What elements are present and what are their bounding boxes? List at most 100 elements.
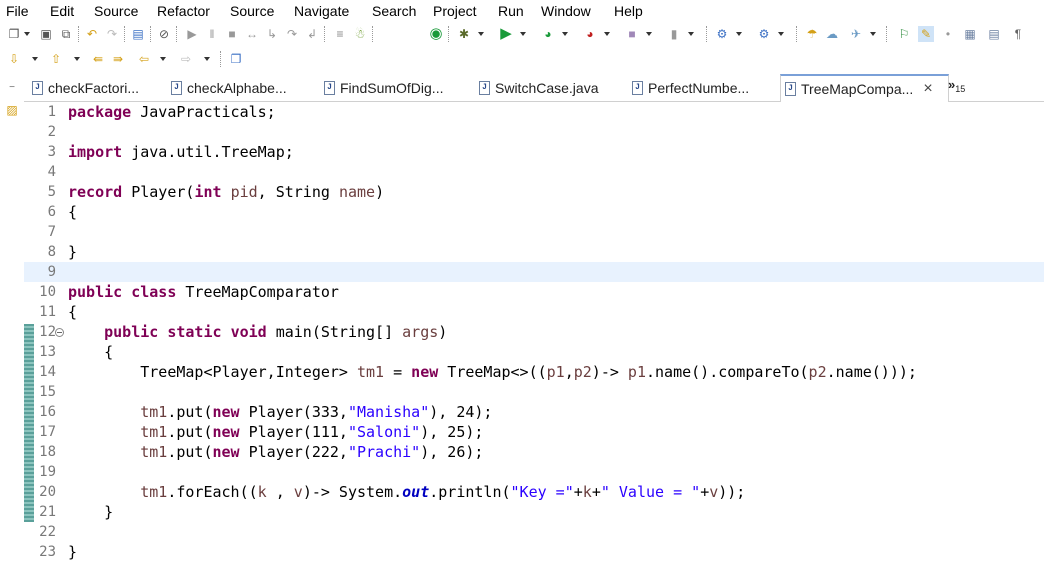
code-line[interactable]: 4	[24, 162, 1044, 182]
code-line[interactable]: 5 record Player(int pid, String name)	[24, 182, 1044, 202]
code-line[interactable]: 1 package JavaPracticals;	[24, 102, 1044, 122]
external-tools-icon[interactable]: ◕	[582, 26, 598, 42]
last-edit-icon[interactable]: ⇚	[90, 51, 106, 67]
menu-file[interactable]: File	[6, 2, 29, 20]
redo-icon[interactable]: ↷	[104, 26, 120, 42]
chevron-down-icon[interactable]	[478, 32, 484, 36]
next-annotation-icon[interactable]: ⇩	[6, 51, 22, 67]
coverage-icon[interactable]: ◕	[540, 26, 556, 42]
show-whitespace-icon[interactable]: •	[940, 26, 956, 42]
new-class-icon[interactable]: ⚙	[756, 26, 772, 42]
chevron-down-icon[interactable]	[778, 32, 784, 36]
tab-5[interactable]: J TreeMapCompa... ×	[780, 74, 949, 102]
save-all-icon[interactable]: ⧉	[58, 26, 74, 42]
deploy-icon[interactable]: ▮	[666, 26, 682, 42]
tab-2[interactable]: J FindSumOfDig...	[320, 74, 472, 101]
menu-source-2[interactable]: Source	[230, 2, 274, 20]
toggle-block-icon[interactable]: ≡	[332, 26, 348, 42]
tab-overflow-button[interactable]: » 15	[948, 74, 988, 104]
code-line[interactable]: 19	[24, 462, 1044, 482]
code-line[interactable]: 11 {	[24, 302, 1044, 322]
menu-help[interactable]: Help	[614, 2, 643, 20]
terminate-icon[interactable]: ■	[224, 26, 240, 42]
chevron-down-icon[interactable]	[646, 32, 652, 36]
previous-annotation-icon[interactable]: ⇧	[48, 51, 64, 67]
close-icon[interactable]: ×	[923, 80, 932, 98]
open-type-icon[interactable]: ☂	[804, 26, 820, 42]
code-line[interactable]: 10 public class TreeMapComparator	[24, 282, 1044, 302]
pilcrow-icon[interactable]: ¶	[1010, 26, 1026, 42]
code-line[interactable]: 13 {	[24, 342, 1044, 362]
back-icon[interactable]: ⇦	[136, 51, 152, 67]
code-line[interactable]: 3 import java.util.TreeMap;	[24, 142, 1044, 162]
fold-collapse-icon[interactable]	[55, 328, 64, 337]
chevron-down-icon[interactable]	[604, 32, 610, 36]
code-line[interactable]: 8}	[24, 242, 1044, 262]
chevron-down-icon[interactable]	[688, 32, 694, 36]
highlight-icon[interactable]: ✎	[918, 26, 934, 42]
run-icon[interactable]: ▶	[498, 26, 514, 42]
tab-0[interactable]: JcheckFactori...	[28, 74, 164, 101]
code-line[interactable]: 7	[24, 222, 1044, 242]
forward-edit-icon[interactable]: ⇛	[110, 51, 126, 67]
forward-icon[interactable]: ⇨	[178, 51, 194, 67]
search-icon[interactable]: ✈	[848, 26, 864, 42]
menu-refactor[interactable]: Refactor	[157, 2, 210, 20]
console-icon[interactable]: ▤	[130, 26, 146, 42]
mark-occurrences-icon[interactable]: ☃	[352, 26, 368, 42]
save-icon[interactable]: ▣	[38, 26, 54, 42]
new-wizard-icon[interactable]: ❐	[6, 26, 22, 42]
code-line[interactable]: 20 tm1.forEach((k , v)-> System.out.prin…	[24, 482, 1044, 502]
chevron-down-icon[interactable]	[74, 57, 80, 61]
tab-1[interactable]: JcheckAlphabe...	[167, 74, 315, 101]
menu-source[interactable]: Source	[94, 2, 138, 20]
suspend-icon[interactable]: ‖	[204, 26, 220, 42]
chevron-down-icon[interactable]	[24, 32, 30, 36]
chevron-down-icon[interactable]	[562, 32, 568, 36]
new-server-icon[interactable]: ◉	[428, 26, 444, 42]
code-line[interactable]: 15	[24, 382, 1044, 402]
package-explorer-icon[interactable]: ▨	[4, 102, 20, 118]
code-line[interactable]: 22	[24, 522, 1044, 542]
open-perspective-icon[interactable]: ❐	[228, 51, 244, 67]
code-line[interactable]: 2	[24, 122, 1044, 142]
menu-edit[interactable]: Edit	[50, 2, 74, 20]
new-java-project-icon[interactable]: ⚙	[714, 26, 730, 42]
code-line[interactable]: 14 TreeMap<Player,Integer> tm1 = new Tre…	[24, 362, 1044, 382]
chevron-down-icon[interactable]	[736, 32, 742, 36]
stop-icon[interactable]: ■	[624, 26, 640, 42]
code-line[interactable]: 16 tm1.put(new Player(333,"Manisha"), 24…	[24, 402, 1044, 422]
menu-navigate[interactable]: Navigate	[294, 2, 349, 20]
resume-icon[interactable]: ▶	[184, 26, 200, 42]
disconnect-icon[interactable]: ↔	[244, 26, 260, 42]
menu-run[interactable]: Run	[498, 2, 524, 20]
code-line[interactable]: 12 public static void main(String[] args…	[24, 322, 1044, 342]
step-into-icon[interactable]: ↳	[264, 26, 280, 42]
code-line[interactable]: 21 }	[24, 502, 1044, 522]
code-line[interactable]: 18 tm1.put(new Player(222,"Prachi"), 26)…	[24, 442, 1044, 462]
minimize-icon[interactable]: −	[4, 80, 20, 96]
chevron-down-icon[interactable]	[870, 32, 876, 36]
menu-search[interactable]: Search	[372, 2, 416, 20]
tab-4[interactable]: J PerfectNumbe...	[628, 74, 777, 101]
code-editor[interactable]: 1 package JavaPracticals; 2 3 import java.ut…	[24, 102, 1044, 564]
tab-3[interactable]: J SwitchCase.java	[475, 74, 625, 101]
code-line[interactable]: 9	[24, 262, 1044, 282]
block-selection-icon[interactable]: ▦	[962, 26, 978, 42]
step-return-icon[interactable]: ↲	[304, 26, 320, 42]
chevron-down-icon[interactable]	[204, 57, 210, 61]
show-source-icon[interactable]: ▤	[986, 26, 1002, 42]
debug-icon[interactable]: ✱	[456, 26, 472, 42]
code-line[interactable]: 23}	[24, 542, 1044, 562]
pin-icon[interactable]: ⚐	[896, 26, 912, 42]
code-line[interactable]: 6{	[24, 202, 1044, 222]
undo-icon[interactable]: ↶	[84, 26, 100, 42]
chevron-down-icon[interactable]	[32, 57, 38, 61]
skip-breakpoints-icon[interactable]: ⊘	[156, 26, 172, 42]
step-over-icon[interactable]: ↷	[284, 26, 300, 42]
chevron-down-icon[interactable]	[160, 57, 166, 61]
open-task-icon[interactable]: ☁	[824, 26, 840, 42]
code-line[interactable]: 17 tm1.put(new Player(111,"Saloni"), 25)…	[24, 422, 1044, 442]
menu-project[interactable]: Project	[433, 2, 477, 20]
chevron-down-icon[interactable]	[520, 32, 526, 36]
